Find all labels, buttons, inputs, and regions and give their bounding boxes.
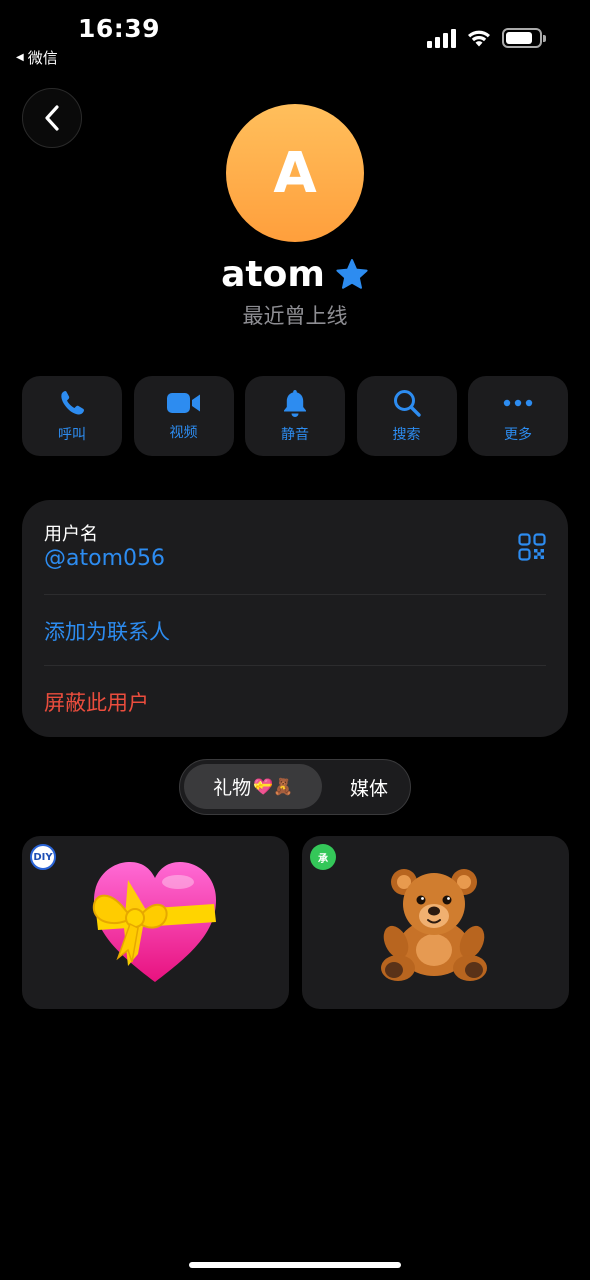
gift-card[interactable]: DIY bbox=[22, 836, 289, 1009]
battery-level bbox=[506, 32, 532, 44]
profile-name-row: atom bbox=[0, 254, 590, 295]
search-label: 搜索 bbox=[392, 427, 421, 443]
cellular-signal-icon bbox=[427, 28, 456, 48]
mute-label: 静音 bbox=[281, 427, 309, 443]
more-button[interactable]: 更多 bbox=[468, 376, 568, 456]
call-label: 呼叫 bbox=[58, 427, 86, 443]
divider bbox=[44, 665, 546, 666]
battery-icon bbox=[502, 28, 546, 48]
search-icon bbox=[393, 390, 421, 417]
action-bar: 呼叫 视频 静音 搜索 更多 bbox=[22, 376, 568, 456]
back-to-app-link[interactable]: ◀ 微信 bbox=[16, 47, 58, 68]
more-label: 更多 bbox=[504, 427, 532, 443]
divider bbox=[44, 594, 546, 595]
tab-gifts-label: 礼物 bbox=[213, 777, 252, 799]
tab-gifts-emoji: 💝🧸 bbox=[253, 777, 293, 796]
avatar[interactable]: A bbox=[226, 104, 364, 242]
phone-icon bbox=[61, 391, 84, 415]
profile-name: atom bbox=[221, 254, 325, 295]
call-button[interactable]: 呼叫 bbox=[22, 376, 122, 456]
qr-code-icon[interactable] bbox=[518, 533, 546, 561]
bell-icon bbox=[284, 390, 306, 417]
sender-badge: DIY bbox=[30, 844, 56, 870]
sender-badge: 承 bbox=[310, 844, 336, 870]
status-bar: 16:39 ◀ 微信 bbox=[0, 0, 590, 70]
status-icons bbox=[427, 28, 546, 48]
profile-info-card: 用户名 @atom056 添加为联系人 屏蔽此用户 bbox=[22, 500, 568, 737]
profile-tabs: 礼物 💝🧸 媒体 bbox=[179, 759, 411, 815]
username-label: 用户名 bbox=[44, 524, 98, 545]
block-user-button[interactable]: 屏蔽此用户 bbox=[44, 687, 546, 717]
back-button[interactable] bbox=[22, 88, 82, 148]
video-button[interactable]: 视频 bbox=[133, 376, 234, 456]
add-contact-button[interactable]: 添加为联系人 bbox=[44, 616, 546, 646]
video-camera-icon bbox=[166, 393, 200, 413]
heart-with-ribbon-icon bbox=[92, 862, 216, 982]
home-indicator[interactable] bbox=[189, 1262, 401, 1268]
back-app-label: 微信 bbox=[27, 49, 58, 67]
video-label: 视频 bbox=[169, 425, 198, 441]
teddy-bear-icon bbox=[381, 869, 487, 981]
tab-gifts[interactable]: 礼物 💝🧸 bbox=[184, 764, 322, 809]
tab-media[interactable]: 媒体 bbox=[350, 774, 388, 801]
triangle-left-icon: ◀ bbox=[16, 52, 24, 63]
search-button[interactable]: 搜索 bbox=[356, 376, 457, 456]
chevron-left-icon bbox=[45, 105, 59, 131]
last-seen-status: 最近曾上线 bbox=[242, 304, 348, 328]
more-dots-icon bbox=[503, 399, 533, 407]
username-value[interactable]: @atom056 bbox=[44, 546, 546, 571]
star-badge-icon[interactable] bbox=[335, 258, 369, 292]
gift-card[interactable]: 承 bbox=[302, 836, 569, 1009]
wifi-icon bbox=[468, 30, 490, 47]
status-time: 16:39 bbox=[78, 14, 161, 43]
mute-button[interactable]: 静音 bbox=[245, 376, 345, 456]
